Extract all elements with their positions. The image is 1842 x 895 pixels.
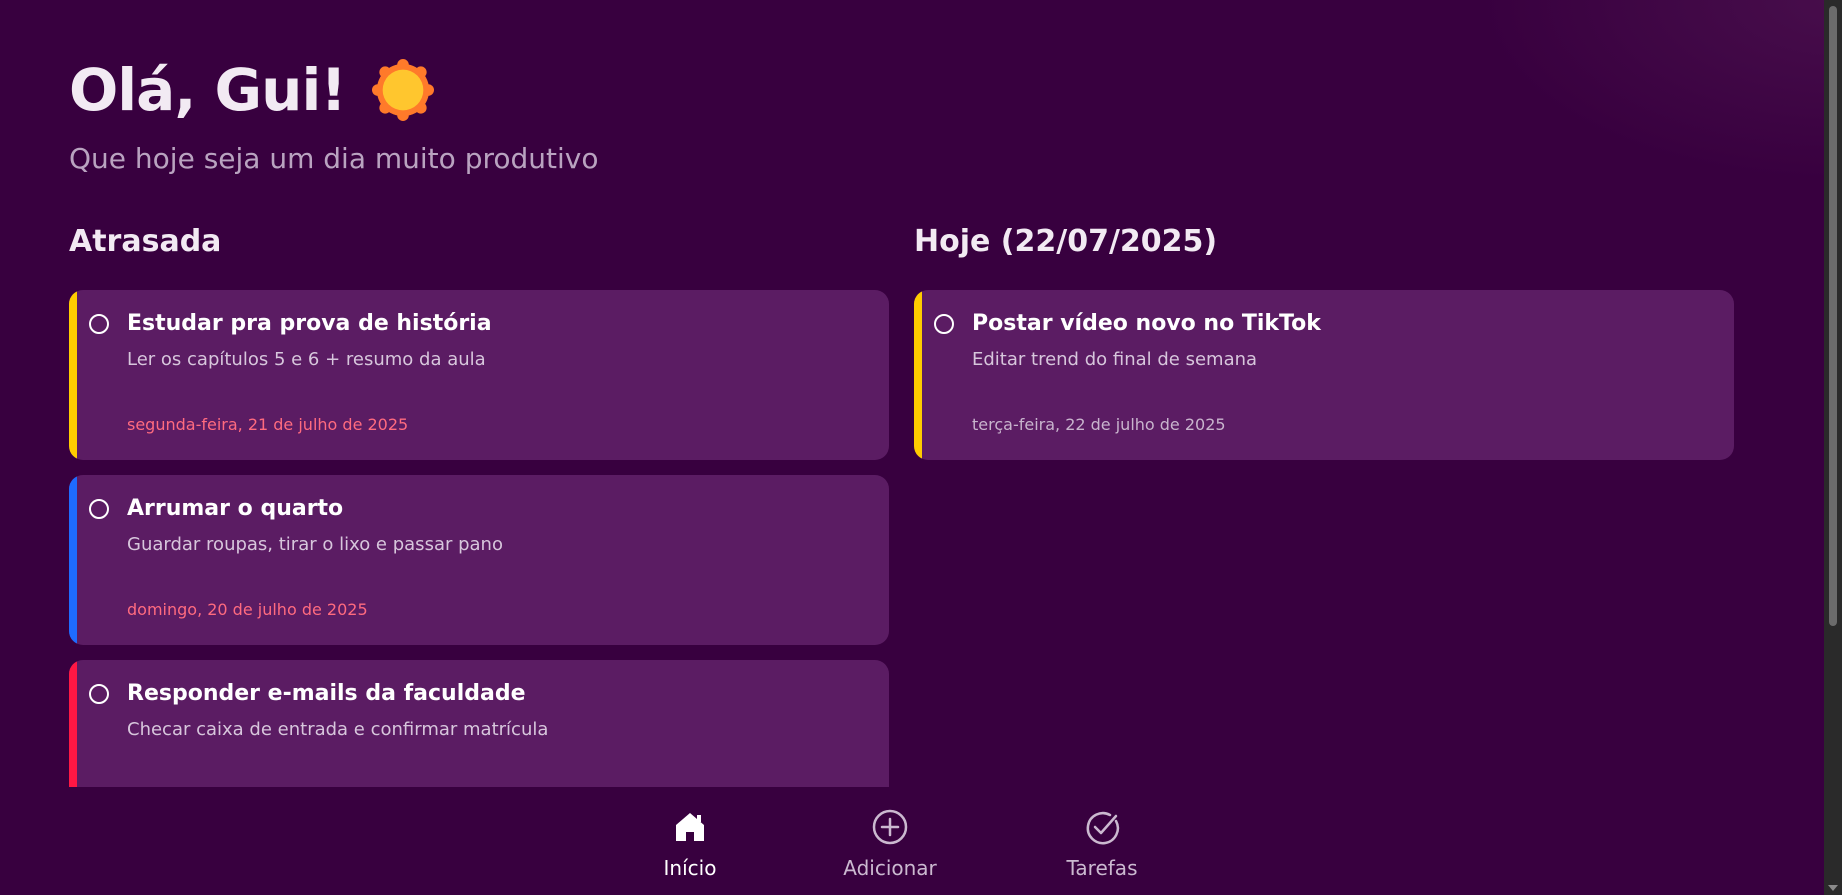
home-icon <box>676 813 704 841</box>
header: Olá, Gui! Que hoje seja um dia muito pro… <box>69 52 598 176</box>
nav-label: Adicionar <box>843 856 937 880</box>
task-card[interactable]: Postar vídeo novo no TikTok Editar trend… <box>914 290 1734 460</box>
task-title: Arrumar o quarto <box>127 496 344 521</box>
priority-bar <box>914 290 922 460</box>
task-checkbox[interactable] <box>89 314 109 334</box>
scrollbar[interactable] <box>1824 0 1842 895</box>
greeting-title: Olá, Gui! <box>69 56 347 124</box>
greeting-row: Olá, Gui! <box>69 52 598 128</box>
check-circle-icon <box>1086 811 1120 845</box>
task-description: Guardar roupas, tirar o lixo e passar pa… <box>127 534 503 555</box>
today-title: Hoje (22/07/2025) <box>914 224 1218 259</box>
nav-label: Tarefas <box>1066 856 1138 880</box>
task-card[interactable]: Arrumar o quarto Guardar roupas, tirar o… <box>69 475 889 645</box>
scrollbar-thumb[interactable] <box>1829 6 1837 626</box>
task-checkbox[interactable] <box>89 684 109 704</box>
sun-icon <box>371 59 434 121</box>
overdue-task-list: Estudar pra prova de história Ler os cap… <box>69 290 889 855</box>
bottom-nav: Início Adicionar Tarefas <box>0 787 1824 895</box>
today-column: Hoje (22/07/2025) Postar vídeo novo no T… <box>914 222 1734 475</box>
page: Olá, Gui! Que hoje seja um dia muito pro… <box>0 0 1842 895</box>
plus-circle-icon <box>872 809 908 845</box>
task-checkbox[interactable] <box>934 314 954 334</box>
overdue-column: Atrasada Estudar pra prova de história L… <box>69 222 889 855</box>
scroll-down-arrow-icon[interactable] <box>1828 885 1838 891</box>
task-date: segunda-feira, 21 de julho de 2025 <box>127 415 409 434</box>
priority-bar <box>69 475 77 645</box>
task-date: domingo, 20 de julho de 2025 <box>127 600 368 619</box>
task-description: Checar caixa de entrada e confirmar matr… <box>127 719 549 740</box>
nav-item-tarefas[interactable]: Tarefas <box>1032 807 1172 881</box>
task-date: terça-feira, 22 de julho de 2025 <box>972 415 1226 434</box>
task-card[interactable]: Estudar pra prova de história Ler os cap… <box>69 290 889 460</box>
task-title: Postar vídeo novo no TikTok <box>972 311 1321 336</box>
task-title: Estudar pra prova de história <box>127 311 492 336</box>
overdue-title: Atrasada <box>69 224 222 259</box>
nav-item-inicio[interactable]: Início <box>620 807 760 881</box>
task-description: Editar trend do final de semana <box>972 349 1258 370</box>
task-title: Responder e-mails da faculdade <box>127 681 526 706</box>
greeting-subtitle: Que hoje seja um dia muito produtivo <box>69 142 599 175</box>
today-task-list: Postar vídeo novo no TikTok Editar trend… <box>914 290 1734 460</box>
priority-bar <box>69 290 77 460</box>
task-checkbox[interactable] <box>89 499 109 519</box>
task-description: Ler os capítulos 5 e 6 + resumo da aula <box>127 349 486 370</box>
nav-item-adicionar[interactable]: Adicionar <box>820 807 960 881</box>
nav-label: Início <box>663 856 717 880</box>
